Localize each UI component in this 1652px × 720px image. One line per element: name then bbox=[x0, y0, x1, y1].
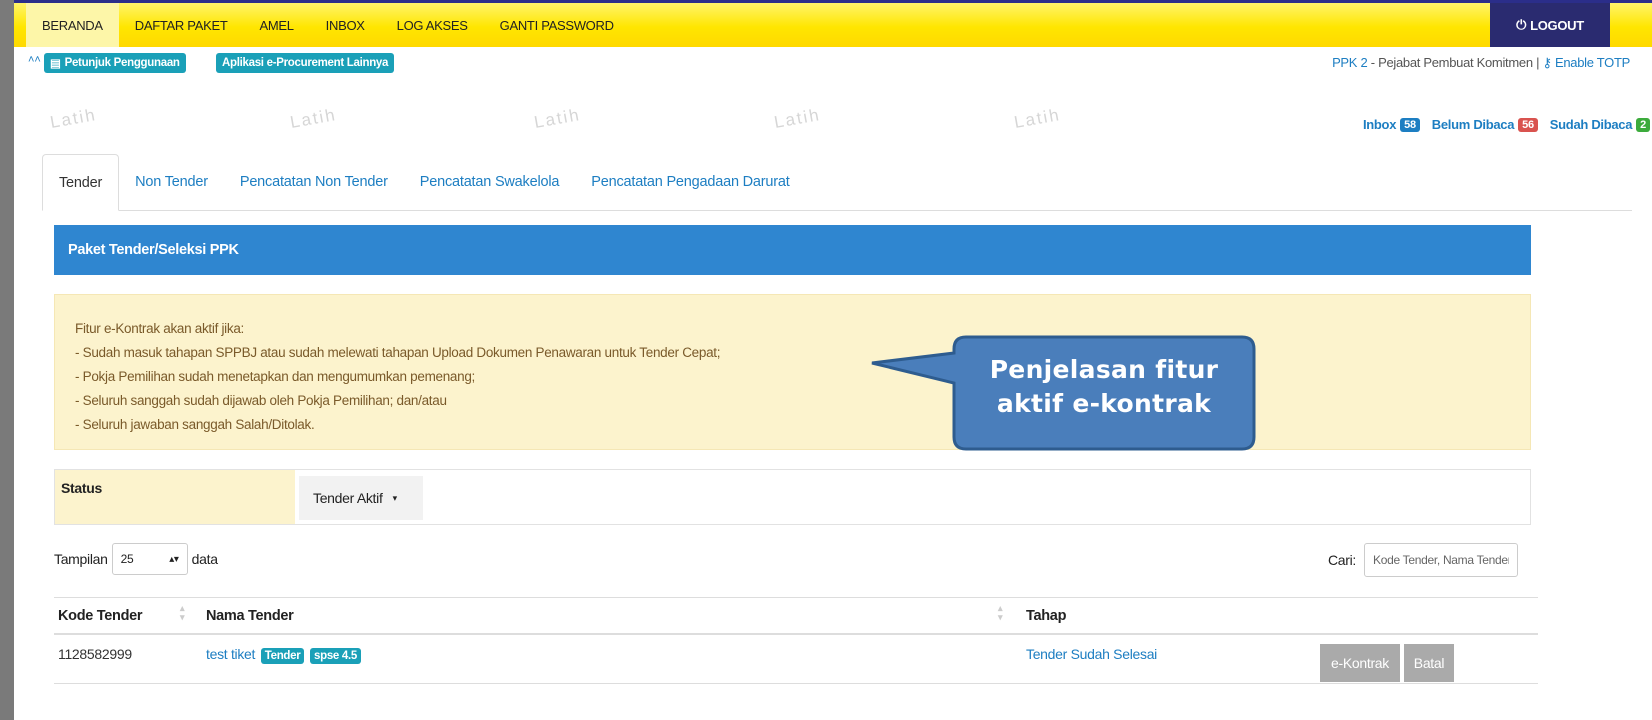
callout-line: aktif e-kontrak bbox=[996, 389, 1212, 418]
notice-line: - Pokja Pemilihan sudah menetapkan dan m… bbox=[75, 369, 476, 384]
browser-page: BERANDA DAFTAR PAKET AMEL INBOX LOG AKSE… bbox=[14, 0, 1652, 720]
power-icon: ⏻ bbox=[1516, 17, 1527, 32]
watermark: Latih bbox=[772, 105, 823, 132]
user-role: PPK 2 bbox=[1332, 55, 1368, 70]
notice-line: - Sudah masuk tahapan SPPBJ atau sudah m… bbox=[75, 345, 721, 360]
updown-icon: ▴▾ bbox=[169, 553, 179, 565]
book-icon: ▤ bbox=[50, 58, 61, 70]
nav-inbox[interactable]: INBOX bbox=[310, 3, 381, 47]
sub-bar: ˄˄ ▤ Petunjuk Penggunaan Aplikasi e-Proc… bbox=[14, 50, 1652, 76]
nav-log-akses[interactable]: LOG AKSES bbox=[381, 3, 484, 47]
user-title: Pejabat Pembuat Komitmen bbox=[1378, 55, 1533, 70]
caret-down-icon: ▾ bbox=[392, 492, 398, 503]
notice-heading: Fitur e-Kontrak akan aktif jika: bbox=[75, 321, 244, 336]
status-dropdown[interactable]: Tender Aktif ▾ bbox=[299, 476, 423, 520]
user-guide-button[interactable]: ▤ Petunjuk Penggunaan bbox=[44, 53, 186, 73]
enable-totp-link[interactable]: Enable TOTP bbox=[1555, 55, 1630, 70]
tab-pencatatan-non-tender[interactable]: Pencatatan Non Tender bbox=[224, 153, 404, 210]
table-header: Kode Tender ▴ ▾ Nama Tender ▴ ▾ Tahap bbox=[54, 597, 1538, 635]
sort-icon[interactable]: ▴ ▾ bbox=[180, 604, 185, 622]
watermark: Latih bbox=[48, 105, 99, 132]
callout-line: Penjelasan fitur bbox=[989, 355, 1219, 384]
search-input[interactable] bbox=[1364, 543, 1518, 577]
unread-count-badge: 56 bbox=[1518, 117, 1538, 132]
sort-icon[interactable]: ▴ ▾ bbox=[998, 604, 1003, 622]
user-info: PPK 2 - Pejabat Pembuat Komitmen | ⚷ Ena… bbox=[1332, 55, 1630, 70]
status-filter: Status Tender Aktif ▾ bbox=[54, 469, 1531, 525]
tender-type-badge: Tender bbox=[260, 648, 305, 664]
header-tahap[interactable]: Tahap bbox=[1026, 608, 1066, 624]
notice-line: - Seluruh sanggah sudah dijawab oleh Pok… bbox=[75, 393, 447, 408]
kode-tender-cell: 1128582999 bbox=[58, 646, 132, 662]
panel-title: Paket Tender/Seleksi PPK bbox=[54, 225, 1531, 275]
header-nama-tender[interactable]: Nama Tender bbox=[206, 608, 294, 624]
collapse-up-icon[interactable]: ˄˄ bbox=[28, 54, 41, 66]
tender-name-link[interactable]: test tiket bbox=[206, 646, 255, 662]
e-kontrak-notice: Fitur e-Kontrak akan aktif jika: - Sudah… bbox=[54, 294, 1531, 450]
e-kontrak-button[interactable]: e-Kontrak bbox=[1320, 644, 1400, 682]
read-count-badge: 2 bbox=[1636, 117, 1650, 132]
top-navbar: BERANDA DAFTAR PAKET AMEL INBOX LOG AKSE… bbox=[14, 3, 1652, 47]
nav-ganti-password[interactable]: GANTI PASSWORD bbox=[484, 3, 630, 47]
tahap-link[interactable]: Tender Sudah Selesai bbox=[1026, 646, 1157, 662]
inbox-count-badge: 58 bbox=[1400, 117, 1420, 132]
other-apps-label: Aplikasi e-Procurement Lainnya bbox=[222, 57, 389, 69]
read-link[interactable]: Sudah Dibaca bbox=[1550, 117, 1633, 132]
page-size-select[interactable]: 25 ▴▾ bbox=[111, 543, 188, 575]
header-kode-tender[interactable]: Kode Tender bbox=[58, 608, 143, 624]
logout-button[interactable]: ⏻ LOGOUT bbox=[1490, 3, 1610, 47]
search-control: Cari: bbox=[1328, 543, 1518, 577]
unread-link[interactable]: Belum Dibaca bbox=[1432, 117, 1515, 132]
nav-amel[interactable]: AMEL bbox=[243, 3, 309, 47]
nav-daftar-paket[interactable]: DAFTAR PAKET bbox=[119, 3, 244, 47]
table-row: 1128582999 test tiket Tender spse 4.5 Te… bbox=[54, 636, 1538, 684]
key-icon: ⚷ bbox=[1542, 55, 1552, 70]
show-label: Tampilan bbox=[54, 551, 108, 567]
tab-tender[interactable]: Tender bbox=[42, 154, 120, 211]
tender-tabs: Tender Non Tender Pencatatan Non Tender … bbox=[42, 153, 1632, 211]
tab-pencatatan-swakelola[interactable]: Pencatatan Swakelola bbox=[404, 153, 576, 210]
user-guide-label: Petunjuk Penggunaan bbox=[64, 57, 180, 69]
tab-pencatatan-pengadaan-darurat[interactable]: Pencatatan Pengadaan Darurat bbox=[575, 153, 805, 210]
inbox-link[interactable]: Inbox bbox=[1363, 117, 1396, 132]
status-label: Status bbox=[55, 470, 295, 524]
page-size-value: 25 bbox=[120, 552, 134, 566]
batal-button[interactable]: Batal bbox=[1404, 644, 1454, 682]
tab-non-tender[interactable]: Non Tender bbox=[119, 153, 224, 210]
notice-line: - Seluruh jawaban sanggah Salah/Ditolak. bbox=[75, 417, 315, 432]
watermark: Latih bbox=[532, 105, 583, 132]
logout-label: LOGOUT bbox=[1530, 17, 1584, 33]
watermark: Latih bbox=[288, 105, 339, 132]
other-apps-button[interactable]: Aplikasi e-Procurement Lainnya bbox=[216, 53, 395, 73]
page-size-control: Tampilan 25 ▴▾ data bbox=[54, 543, 218, 575]
nama-tender-cell: test tiket Tender spse 4.5 bbox=[206, 646, 362, 664]
watermark: Latih bbox=[1012, 105, 1063, 132]
search-label: Cari: bbox=[1327, 552, 1356, 568]
inbox-counters: Inbox 58 Belum Dibaca 56 Sudah Dibaca 2 bbox=[1363, 117, 1650, 132]
spse-version-badge: spse 4.5 bbox=[310, 648, 362, 664]
data-label: data bbox=[191, 551, 218, 567]
callout-text: Penjelasan fitur aktif e-kontrak bbox=[956, 353, 1252, 433]
status-value: Tender Aktif bbox=[313, 490, 383, 506]
nav-beranda[interactable]: BERANDA bbox=[26, 3, 119, 47]
